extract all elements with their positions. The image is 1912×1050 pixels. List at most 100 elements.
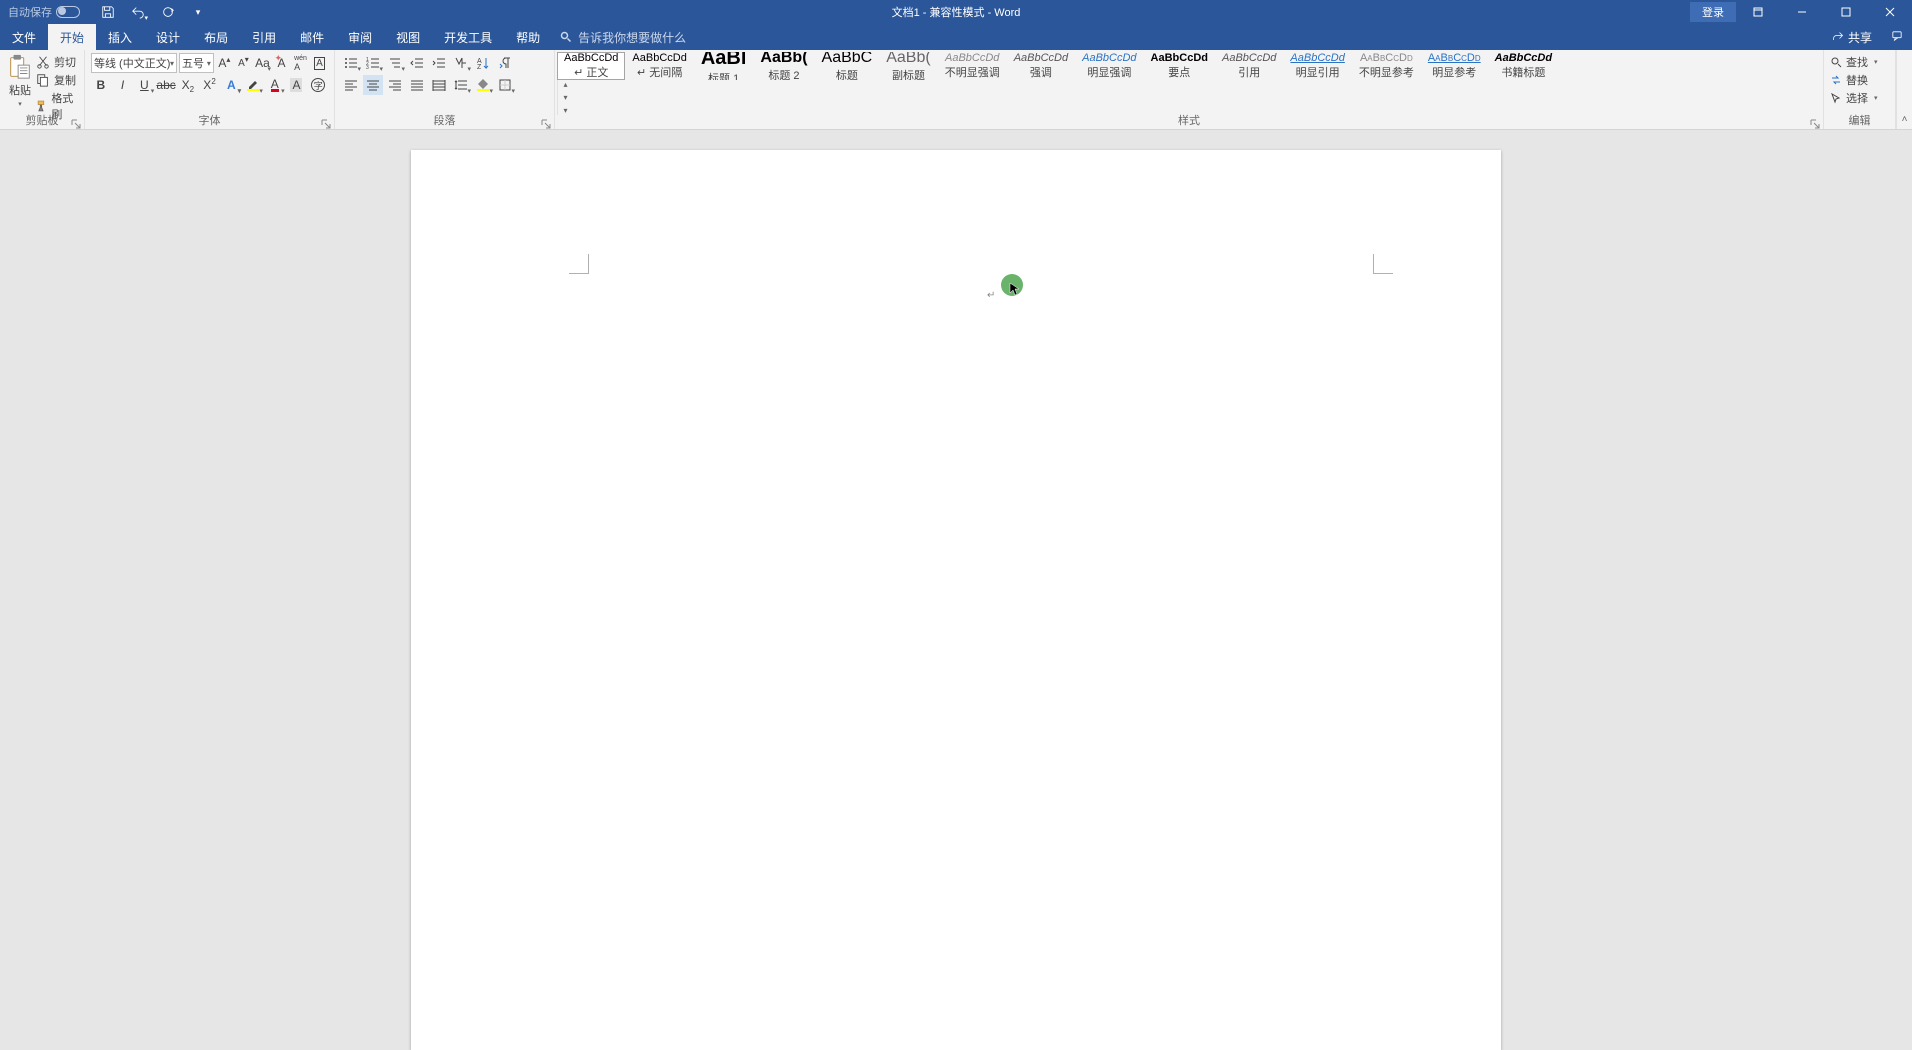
numbering-button[interactable]: 123▾ (363, 53, 383, 73)
window-title: 文档1 - 兼容性模式 - Word (892, 4, 1021, 20)
underline-button[interactable]: U▾ (134, 75, 154, 95)
group-label-font: 字体 (85, 112, 334, 128)
style-不明显参考[interactable]: AaBbCcDd不明显参考 (1352, 52, 1421, 80)
highlight-button[interactable]: ▾ (243, 75, 263, 95)
phonetic-guide-button[interactable]: wénA (292, 53, 309, 73)
show-marks-button[interactable] (495, 53, 515, 73)
char-border-button[interactable]: A (311, 53, 328, 73)
strike-button[interactable]: abc (156, 75, 176, 95)
style-书籍标题[interactable]: AaBbCcDd书籍标题 (1488, 52, 1559, 80)
font-launcher[interactable] (321, 116, 331, 126)
multilevel-button[interactable]: ▾ (385, 53, 405, 73)
group-label-editing: 编辑 (1824, 112, 1895, 128)
tab-mail[interactable]: 邮件 (288, 24, 336, 50)
undo-icon[interactable]: ▾ (128, 2, 148, 22)
page[interactable]: ↵ (411, 150, 1501, 1050)
document-canvas[interactable]: ↵ (0, 130, 1912, 548)
find-button[interactable]: 查找▾ (1830, 54, 1889, 70)
autosave-toggle[interactable]: 自动保存 (8, 4, 80, 20)
collapse-ribbon-button[interactable]: ˄ (1896, 50, 1912, 129)
close-icon[interactable] (1868, 0, 1912, 24)
align-center-button[interactable] (363, 75, 383, 95)
maximize-icon[interactable] (1824, 0, 1868, 24)
font-color-button[interactable]: A▾ (265, 75, 285, 95)
subscript-button[interactable]: X2 (178, 75, 198, 95)
styles-more-button[interactable]: ▴▾▾ (557, 80, 573, 115)
style-引用[interactable]: AaBbCcDd引用 (1215, 52, 1283, 80)
ribbon-tabs: 文件 开始 插入 设计 布局 引用 邮件 审阅 视图 开发工具 帮助 告诉我你想… (0, 24, 1912, 50)
font-size-combo[interactable]: 五号▾ (179, 53, 214, 73)
minimize-icon[interactable] (1780, 0, 1824, 24)
style-要点[interactable]: AaBbCcDd要点 (1144, 52, 1215, 80)
change-case-button[interactable]: Aa▾ (254, 53, 271, 73)
align-left-button[interactable] (341, 75, 361, 95)
comments-icon[interactable] (1882, 24, 1912, 48)
align-distribute-button[interactable] (429, 75, 449, 95)
clipboard-launcher[interactable] (71, 116, 81, 126)
style-标题 1[interactable]: AaBl标题 1 (694, 52, 754, 80)
group-editing: 查找▾ 替换 选择▾ 编辑 (1824, 50, 1896, 129)
tab-review[interactable]: 审阅 (336, 24, 384, 50)
superscript-button[interactable]: X2 (200, 75, 220, 95)
shrink-font-button[interactable]: A▾ (235, 53, 252, 73)
shading-button[interactable]: ▾ (473, 75, 493, 95)
char-shading-button[interactable]: A (287, 75, 307, 95)
tab-developer[interactable]: 开发工具 (432, 24, 504, 50)
ribbon: 粘贴 ▾ 剪切 复制 格式刷 剪贴板 等线 (中文正文)▾ 五号▾ A▴ A▾ … (0, 50, 1912, 130)
tab-view[interactable]: 视图 (384, 24, 432, 50)
group-label-paragraph: 段落 (335, 112, 554, 128)
group-font: 等线 (中文正文)▾ 五号▾ A▴ A▾ Aa▾ A✦ wénA A B I U… (85, 50, 335, 129)
save-icon[interactable] (98, 2, 118, 22)
bullets-button[interactable]: ▾ (341, 53, 361, 73)
style-正文[interactable]: AaBbCcDd↵ 正文 (557, 52, 625, 80)
select-button[interactable]: 选择▾ (1830, 90, 1889, 106)
tab-design[interactable]: 设计 (144, 24, 192, 50)
increase-indent-button[interactable] (429, 53, 449, 73)
borders-button[interactable]: ▾ (495, 75, 515, 95)
style-标题 2[interactable]: AaBb(标题 2 (753, 52, 814, 80)
styles-launcher[interactable] (1810, 116, 1820, 126)
tell-me-search[interactable]: 告诉我你想要做什么 (560, 24, 686, 50)
style-标题[interactable]: AaBbC标题 (815, 52, 880, 80)
italic-button[interactable]: I (113, 75, 133, 95)
sort-button[interactable]: AZ (473, 53, 493, 73)
margin-corner-tl (569, 254, 589, 274)
style-明显引用[interactable]: AaBbCcDd明显引用 (1283, 52, 1351, 80)
font-name-combo[interactable]: 等线 (中文正文)▾ (91, 53, 177, 73)
paragraph-launcher[interactable] (541, 116, 551, 126)
ribbon-options-icon[interactable] (1736, 0, 1780, 24)
bold-button[interactable]: B (91, 75, 111, 95)
tab-home[interactable]: 开始 (48, 24, 96, 50)
style-不明显强调[interactable]: AaBbCcDd不明显强调 (938, 52, 1007, 80)
group-paragraph: ▾ 123▾ ▾ ▾ AZ ▾ ▾ ▾ 段落 (335, 50, 555, 129)
asian-layout-button[interactable]: ▾ (451, 53, 471, 73)
qat-more-icon[interactable]: ▾ (188, 2, 208, 22)
login-button[interactable]: 登录 (1690, 2, 1736, 22)
cut-button[interactable]: 剪切 (36, 54, 78, 70)
copy-button[interactable]: 复制 (36, 72, 78, 88)
replace-button[interactable]: 替换 (1830, 72, 1889, 88)
line-spacing-button[interactable]: ▾ (451, 75, 471, 95)
tab-file[interactable]: 文件 (0, 24, 48, 50)
tab-references[interactable]: 引用 (240, 24, 288, 50)
svg-text:Z: Z (477, 64, 482, 70)
title-bar: 自动保存 ▾ ▾ 文档1 - 兼容性模式 - Word 登录 (0, 0, 1912, 24)
style-明显参考[interactable]: AaBbCcDd明显参考 (1421, 52, 1488, 80)
decrease-indent-button[interactable] (407, 53, 427, 73)
align-justify-button[interactable] (407, 75, 427, 95)
style-副标题[interactable]: AaBb(副标题 (879, 52, 937, 80)
tab-insert[interactable]: 插入 (96, 24, 144, 50)
style-明显强调[interactable]: AaBbCcDd明显强调 (1075, 52, 1143, 80)
align-right-button[interactable] (385, 75, 405, 95)
text-effects-button[interactable]: A▾ (221, 75, 241, 95)
tab-layout[interactable]: 布局 (192, 24, 240, 50)
redo-icon[interactable] (158, 2, 178, 22)
tab-help[interactable]: 帮助 (504, 24, 552, 50)
style-强调[interactable]: AaBbCcDd强调 (1007, 52, 1075, 80)
clear-format-button[interactable]: A✦ (273, 53, 290, 73)
cursor-icon (1009, 282, 1021, 299)
style-无间隔[interactable]: AaBbCcDd↵ 无间隔 (625, 52, 693, 80)
enclose-char-button[interactable]: 字 (308, 75, 328, 95)
grow-font-button[interactable]: A▴ (216, 53, 233, 73)
share-button[interactable]: 共享 (1822, 24, 1882, 50)
